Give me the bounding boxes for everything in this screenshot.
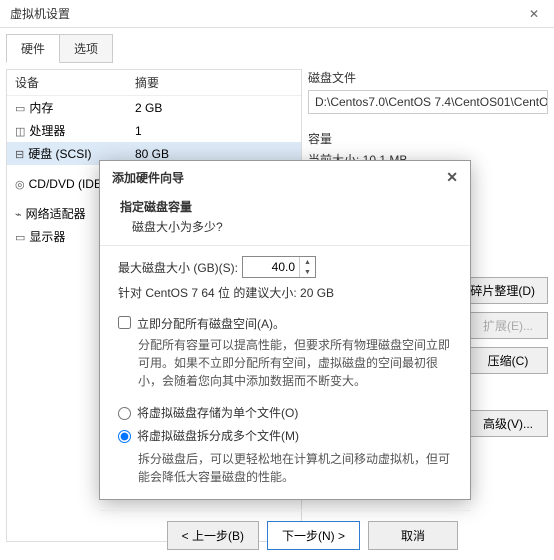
- disk-file-label: 磁盘文件: [308, 69, 548, 86]
- col-device: 设备: [15, 74, 135, 91]
- max-size-input[interactable]: [243, 257, 299, 277]
- device-row[interactable]: ◫ 处理器 1: [7, 119, 301, 142]
- col-summary: 摘要: [135, 74, 159, 91]
- wizard-header: 指定磁盘容量 磁盘大小为多少?: [100, 194, 470, 245]
- spin-down-icon[interactable]: ▼: [300, 267, 315, 277]
- window-title: 虚拟机设置: [10, 5, 524, 22]
- device-summary: 2 GB: [135, 101, 162, 115]
- close-icon[interactable]: ✕: [446, 169, 458, 186]
- add-hardware-wizard: 添加硬件向导 ✕ 指定磁盘容量 磁盘大小为多少? 最大磁盘大小 (GB)(S):…: [99, 160, 471, 500]
- split-desc: 拆分磁盘后，可以更轻松地在计算机之间移动虚拟机，但可能会降低大容量磁盘的性能。: [138, 450, 452, 486]
- single-file-row: 将虚拟磁盘存储为单个文件(O): [118, 404, 452, 421]
- max-size-row: 最大磁盘大小 (GB)(S): ▲ ▼: [118, 256, 452, 278]
- device-icon: ▭: [15, 232, 25, 244]
- wizard-titlebar: 添加硬件向导 ✕: [100, 161, 470, 194]
- back-button[interactable]: < 上一步(B): [167, 521, 259, 550]
- device-summary: 80 GB: [135, 147, 169, 161]
- device-list-header: 设备 摘要: [7, 70, 301, 96]
- single-file-radio[interactable]: [118, 407, 131, 420]
- disk-file-path[interactable]: D:\Centos7.0\CentOS 7.4\CentOS01\CentOS …: [308, 90, 548, 114]
- device-name: 硬盘 (SCSI): [28, 147, 91, 161]
- single-file-label: 将虚拟磁盘存储为单个文件(O): [137, 404, 298, 421]
- close-icon[interactable]: ✕: [524, 7, 544, 21]
- device-name: CD/DVD (IDE): [29, 177, 106, 191]
- device-icon: ⊟: [15, 149, 24, 161]
- device-name: 内存: [29, 101, 53, 115]
- spin-up-icon[interactable]: ▲: [300, 257, 315, 267]
- allocate-desc: 分配所有容量可以提高性能，但要求所有物理磁盘空间立即可用。如果不立即分配所有空间…: [138, 336, 452, 390]
- tab-bar: 硬件 选项: [0, 28, 554, 63]
- wizard-title: 添加硬件向导: [112, 169, 446, 186]
- split-file-label: 将虚拟磁盘拆分成多个文件(M): [137, 427, 299, 444]
- device-name: 网络适配器: [26, 207, 86, 221]
- advanced-button[interactable]: 高级(V)...: [468, 410, 548, 437]
- tab-options[interactable]: 选项: [59, 34, 113, 63]
- max-size-label: 最大磁盘大小 (GB)(S):: [118, 259, 238, 276]
- allocate-now-checkbox[interactable]: [118, 316, 131, 329]
- compact-button[interactable]: 压缩(C): [468, 347, 548, 374]
- max-size-input-wrap: ▲ ▼: [242, 256, 316, 278]
- split-file-row: 将虚拟磁盘拆分成多个文件(M): [118, 427, 452, 444]
- wizard-footer: < 上一步(B) 下一步(N) > 取消: [100, 510, 470, 560]
- device-name: 显示器: [29, 230, 65, 244]
- cancel-button[interactable]: 取消: [368, 521, 458, 550]
- wizard-head-subtitle: 磁盘大小为多少?: [120, 218, 450, 235]
- wizard-head-title: 指定磁盘容量: [120, 198, 450, 215]
- capacity-label: 容量: [308, 130, 548, 147]
- device-icon: ▭: [15, 103, 25, 115]
- allocate-now-row: 立即分配所有磁盘空间(A)。: [118, 315, 452, 332]
- wizard-body: 最大磁盘大小 (GB)(S): ▲ ▼ 针对 CentOS 7 64 位 的建议…: [100, 245, 470, 510]
- recommend-size: 针对 CentOS 7 64 位 的建议大小: 20 GB: [118, 284, 452, 301]
- tab-hardware[interactable]: 硬件: [6, 34, 60, 63]
- window-titlebar: 虚拟机设置 ✕: [0, 0, 554, 28]
- expand-button[interactable]: 扩展(E)...: [468, 312, 548, 339]
- device-icon: ⌁: [15, 209, 22, 221]
- device-icon: ◫: [15, 126, 25, 138]
- device-icon: ◎: [15, 179, 25, 191]
- device-summary: 1: [135, 124, 142, 138]
- spinner: ▲ ▼: [299, 257, 315, 277]
- allocate-now-label: 立即分配所有磁盘空间(A)。: [137, 315, 285, 332]
- device-row[interactable]: ▭ 内存 2 GB: [7, 96, 301, 119]
- device-name: 处理器: [29, 124, 65, 138]
- next-button[interactable]: 下一步(N) >: [267, 521, 360, 550]
- split-file-radio[interactable]: [118, 430, 131, 443]
